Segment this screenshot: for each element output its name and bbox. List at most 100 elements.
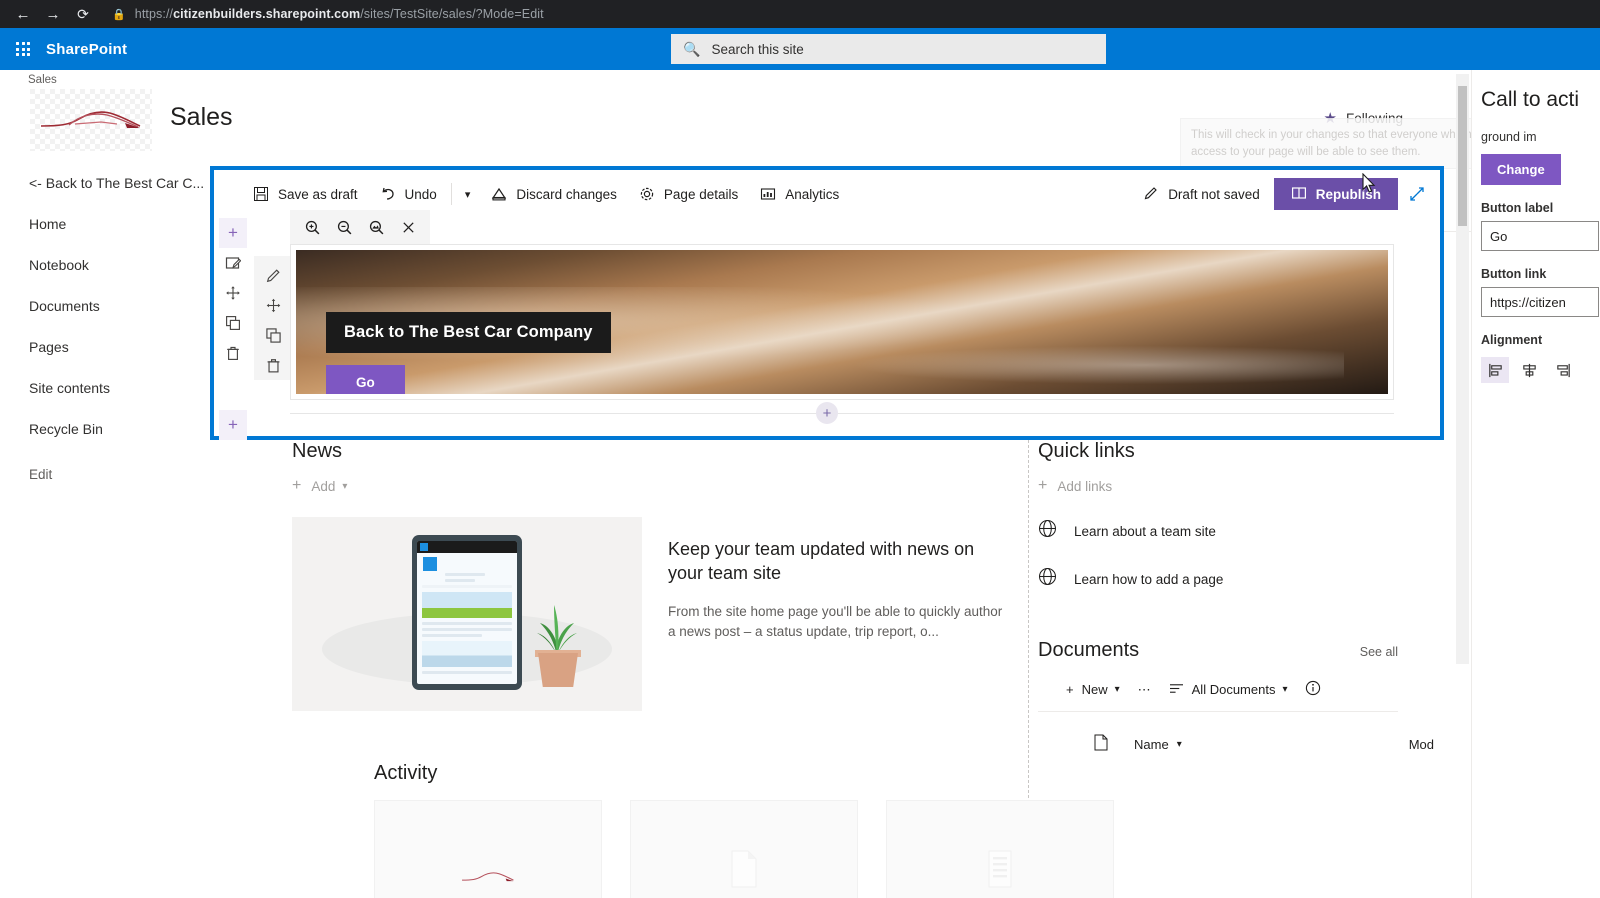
canvas-scrollbar[interactable] [1456,74,1469,664]
info-icon [1305,680,1321,699]
nav-label: Recycle Bin [29,420,103,437]
duplicate-icon[interactable] [259,320,287,350]
republish-button[interactable]: Republish [1273,178,1398,210]
activity-card[interactable] [630,800,858,898]
quick-link-item[interactable]: Learn how to add a page [1038,567,1398,591]
documents-view-selector[interactable]: All Documents ▾ [1169,682,1287,698]
canvas-scrollbar-thumb[interactable] [1458,86,1467,226]
nav-recycle-bin[interactable]: Recycle Bin [0,408,210,449]
zoom-in-icon[interactable] [298,213,326,241]
browser-reload-button[interactable]: ⟳ [70,1,96,27]
property-pane: Call to acti ground im Change Button lab… [1471,70,1600,898]
documents-column-name[interactable]: Name [1134,737,1169,752]
reset-image-icon[interactable] [362,213,390,241]
save-as-draft-button[interactable]: Save as draft [242,174,369,214]
activity-card[interactable] [886,800,1114,898]
add-section-icon[interactable]: + [219,218,247,248]
image-toolbar [290,210,430,244]
app-launcher-icon[interactable] [0,28,46,70]
discard-changes-button[interactable]: Discard changes [480,174,628,214]
documents-overflow-button[interactable]: ⋯ [1138,682,1151,698]
add-section-icon[interactable]: + [816,402,838,424]
documents-see-all-link[interactable]: See all [1360,645,1398,659]
nav-edit[interactable]: Edit [0,454,210,495]
documents-column-modified[interactable]: Mod [1409,737,1434,752]
alignment-group [1481,357,1600,383]
list-view-icon [1169,682,1184,698]
activity-card[interactable] [374,800,602,898]
close-icon[interactable] [394,213,422,241]
plus-icon: + [292,477,302,494]
analytics-button[interactable]: Analytics [749,174,850,214]
news-item[interactable]: Keep your team updated with news on your… [292,517,1012,711]
browser-back-button[interactable]: ← [10,1,36,27]
edit-section-icon[interactable] [219,248,247,278]
toolbar-divider [450,183,452,205]
undo-button[interactable]: Undo [369,174,448,214]
discard-icon [491,186,507,202]
app-root: ← → ⟳ 🔒 https:// citizenbuilders.sharepo… [0,0,1600,898]
chevron-down-icon[interactable]: ▾ [455,188,481,201]
documents-new-button[interactable]: + New ▾ [1066,682,1120,697]
globe-icon [1038,519,1057,543]
search-input[interactable]: 🔍 Search this site [671,34,1106,64]
news-heading: Keep your team updated with news on your… [668,539,975,584]
nav-label: Home [29,215,67,232]
news-add-button[interactable]: + Add ▾ [292,477,1012,495]
quick-links-add-label: Add links [1057,478,1113,494]
nav-back-to-best-car[interactable]: <- Back to The Best Car C... [0,162,210,203]
news-add-label: Add [311,478,336,494]
nav-notebook[interactable]: Notebook [0,244,210,285]
button-label-input[interactable]: Go [1481,221,1599,251]
draft-status: Draft not saved [1129,185,1274,204]
nav-label: Documents [29,297,100,314]
nav-home[interactable]: Home [0,203,210,244]
change-image-button[interactable]: Change [1481,154,1561,185]
call-to-action-webpart[interactable]: Back to The Best Car Company Go [290,244,1394,400]
plus-icon: + [1066,682,1074,697]
hero-go-button[interactable]: Go [326,365,405,394]
button-link-value: https://citizen [1490,294,1566,310]
align-right-icon[interactable] [1549,357,1577,383]
pencil-icon[interactable] [259,260,287,290]
move-icon[interactable] [219,278,247,308]
align-center-icon[interactable] [1515,357,1543,383]
sharepoint-brand[interactable]: SharePoint [46,41,127,58]
activity-webpart-title: Activity [374,762,438,784]
undo-label: Undo [404,186,437,202]
documents-command-bar: + New ▾ ⋯ All Documents ▾ [1038,680,1398,712]
analytics-label: Analytics [785,186,840,202]
browser-address-bar[interactable]: 🔒 https:// citizenbuilders.sharepoint.co… [106,3,1590,25]
zoom-out-icon[interactable] [330,213,358,241]
ellipsis-icon: ⋯ [1137,681,1151,697]
nav-site-contents[interactable]: Site contents [0,367,210,408]
button-label-value: Go [1490,228,1508,244]
trash-icon[interactable] [219,338,247,368]
page-details-button[interactable]: Page details [628,174,749,214]
url-prefix: https:// [134,7,174,21]
align-left-icon[interactable] [1481,357,1509,383]
list-icon [985,850,1015,893]
documents-info-button[interactable] [1305,680,1321,699]
globe-icon [1038,567,1057,591]
chevron-down-icon: ▾ [1114,684,1120,695]
activity-card-list [374,800,1114,898]
quick-link-label: Learn how to add a page [1074,571,1224,587]
nav-pages[interactable]: Pages [0,326,210,367]
move-icon[interactable] [259,290,287,320]
quick-links-add-button[interactable]: + Add links [1038,477,1398,495]
save-as-draft-label: Save as draft [278,186,358,202]
chevron-down-icon: ▾ [1176,738,1182,750]
trash-icon[interactable] [259,350,287,380]
nav-documents[interactable]: Documents [0,285,210,326]
button-link-input[interactable]: https://citizen [1481,287,1599,317]
nav-label: Site contents [29,379,110,396]
browser-forward-button[interactable]: → [40,1,66,27]
quick-link-item[interactable]: Learn about a team site [1038,519,1398,543]
discard-changes-label: Discard changes [516,186,617,202]
duplicate-icon[interactable] [219,308,247,338]
background-image-label: ground im [1481,130,1537,144]
page-title: Sales [170,103,233,131]
expand-arrows-icon[interactable] [1398,174,1436,214]
add-section-bottom-icon[interactable]: + [219,410,247,440]
